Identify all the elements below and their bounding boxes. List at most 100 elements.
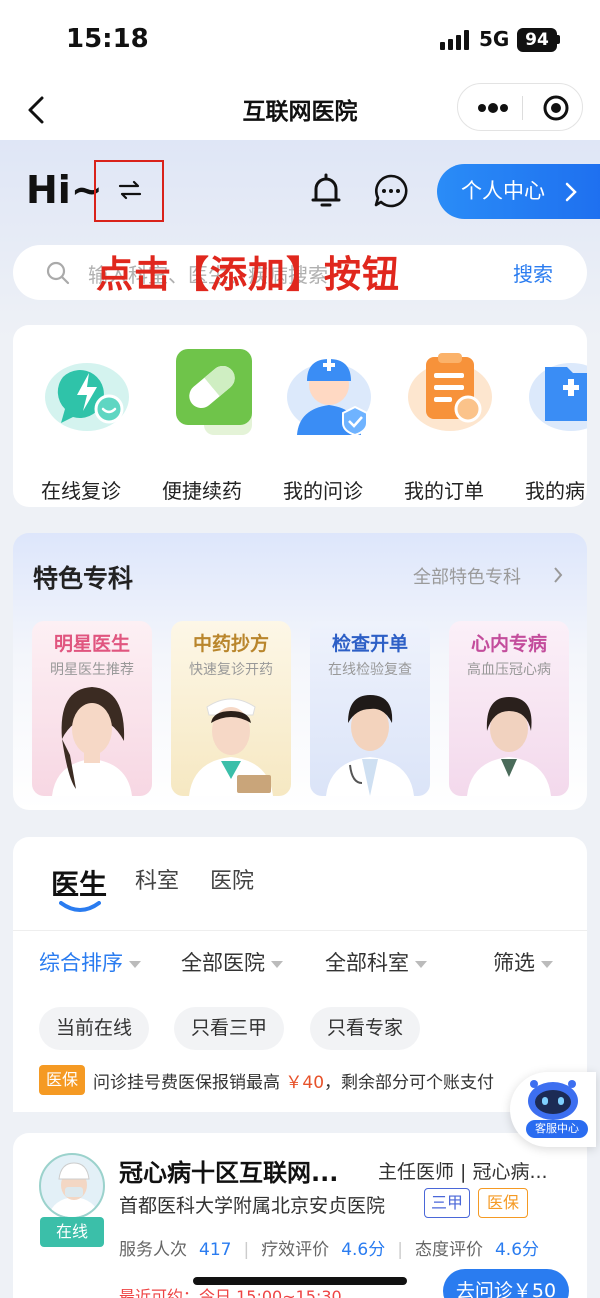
quick-entry-online-revisit[interactable]: 在线复诊 xyxy=(27,347,137,503)
card-subtitle: 明星医生推荐 xyxy=(50,662,134,678)
status-time: 15:18 xyxy=(66,24,149,54)
robot-icon xyxy=(528,1080,578,1120)
card-title: 检查开单 xyxy=(331,633,408,655)
filter-sort[interactable]: 综合排序 xyxy=(39,947,141,977)
doctor-list-panel: 医生 科室 医院 综合排序 全部医院 全部科室 筛选 当前在线 只看三甲 只看专… xyxy=(13,837,587,1112)
network-type: 5G xyxy=(479,27,510,51)
battery-tip xyxy=(557,35,560,44)
signal-icon xyxy=(440,30,470,50)
divider xyxy=(13,930,587,931)
doctor-name: 冠心病十区互联网... xyxy=(119,1159,339,1187)
doctor-avatar xyxy=(39,1153,105,1219)
customer-service-button[interactable]: 客服中心 xyxy=(510,1072,596,1147)
tab-hospital[interactable]: 医院 xyxy=(210,863,254,895)
battery-icon: 94 xyxy=(517,28,557,52)
my-consult-icon xyxy=(287,359,371,435)
status-bar: 15:18 5G 94 xyxy=(0,0,600,80)
message-icon[interactable] xyxy=(373,173,409,209)
capsule-divider xyxy=(522,96,523,120)
tab-doctor[interactable]: 医生 xyxy=(51,863,107,903)
doctor-stats: 服务人次 417 | 疗效评价 4.6分 | 态度评价 4.6分 xyxy=(119,1240,540,1260)
caret-down-icon xyxy=(129,960,141,968)
home-indicator xyxy=(193,1277,407,1285)
consult-button[interactable]: 去问诊￥50 xyxy=(443,1269,569,1298)
chevron-right-icon xyxy=(554,567,563,583)
quick-entry-my-order[interactable]: 我的订单 xyxy=(390,347,500,503)
card-title: 中药抄方 xyxy=(192,633,269,655)
card-subtitle: 在线检验复查 xyxy=(328,662,412,678)
doctor-hospital: 首都医科大学附属北京安贞医院 xyxy=(119,1195,386,1217)
stat-value: 4.6分 xyxy=(494,1240,540,1260)
stat-label: 态度评价 xyxy=(414,1240,483,1260)
my-record-icon xyxy=(529,363,587,431)
online-badge: 在线 xyxy=(40,1217,104,1247)
bell-icon[interactable] xyxy=(308,172,344,210)
close-target-icon[interactable] xyxy=(542,94,570,122)
quick-entry-label: 我的病 xyxy=(525,479,585,503)
switch-icon[interactable] xyxy=(116,176,144,204)
filter-label: 全部科室 xyxy=(325,951,409,975)
quick-entries-panel: 在线复诊 便捷续药 我的问诊 我的订单 我的病 xyxy=(13,325,587,507)
nurse-portrait-image xyxy=(189,698,273,796)
filter-label: 综合排序 xyxy=(39,951,123,975)
special-title: 特色专科 xyxy=(33,564,134,593)
chip-online-now[interactable]: 当前在线 xyxy=(39,1007,149,1050)
mini-program-capsule xyxy=(457,83,583,131)
instruction-annotation: 点击【添加】按钮 xyxy=(96,253,400,296)
stat-value: 4.6分 xyxy=(341,1240,386,1260)
quick-entry-my-consult[interactable]: 我的问诊 xyxy=(269,347,379,503)
special-departments-panel: 特色专科 全部特色专科 明星医生 明星医生推荐 中药抄方 快速复诊开药 检查开单… xyxy=(13,533,587,810)
filter-department[interactable]: 全部科室 xyxy=(325,947,427,977)
caret-down-icon xyxy=(271,960,283,968)
stat-label: 服务人次 xyxy=(119,1240,187,1260)
quick-entry-my-record[interactable]: 我的病 xyxy=(511,347,587,503)
search-button[interactable]: 搜索 xyxy=(513,258,553,287)
appointment-time: 最近可约：今日 15:00~15:30 xyxy=(119,1287,342,1298)
online-revisit-icon xyxy=(45,363,129,431)
insurance-notice-suffix: ，剩余部分可个账支付 xyxy=(324,1073,495,1093)
nav-bar: 互联网医院 xyxy=(0,80,600,140)
hospital-level-badge: 三甲 xyxy=(424,1188,470,1218)
special-card-cardiology[interactable]: 心内专病 高血压冠心病 xyxy=(449,621,569,796)
special-more-link[interactable]: 全部特色专科 xyxy=(413,563,521,589)
special-card-tcm[interactable]: 中药抄方 快速复诊开药 xyxy=(171,621,291,796)
filter-label: 全部医院 xyxy=(181,951,265,975)
doctor-title: 主任医师 | 冠心病... xyxy=(378,1161,548,1183)
special-card-examination[interactable]: 检查开单 在线检验复查 xyxy=(310,621,430,796)
filter-hospital[interactable]: 全部医院 xyxy=(181,947,283,977)
doctor-portrait-image xyxy=(326,695,414,796)
insurance-notice-prefix: 问诊挂号费医保报销最高 xyxy=(93,1073,280,1093)
personal-center-button[interactable]: 个人中心 xyxy=(437,164,600,219)
stat-value: 417 xyxy=(199,1240,232,1260)
doctor-portrait-image xyxy=(467,697,551,796)
caret-down-icon xyxy=(541,960,553,968)
chevron-right-icon xyxy=(565,182,577,202)
tab-active-indicator xyxy=(59,901,101,912)
insurance-notice: 问诊挂号费医保报销最高 ￥40，剩余部分可个账支付 xyxy=(93,1068,494,1093)
greeting-text: Hi~ xyxy=(26,168,103,212)
card-title: 明星医生 xyxy=(53,633,130,655)
card-subtitle: 高血压冠心病 xyxy=(467,662,551,678)
doctor-card[interactable]: 在线 冠心病十区互联网... 主任医师 | 冠心病... 首都医科大学附属北京安… xyxy=(13,1133,587,1298)
card-title: 心内专病 xyxy=(470,633,547,655)
medicine-refill-icon xyxy=(176,349,252,435)
filter-screen[interactable]: 筛选 xyxy=(493,947,553,977)
personal-center-label: 个人中心 xyxy=(461,179,545,203)
caret-down-icon xyxy=(415,960,427,968)
tab-department[interactable]: 科室 xyxy=(135,863,179,895)
card-subtitle: 快速复诊开药 xyxy=(189,662,273,678)
stat-label: 疗效评价 xyxy=(261,1240,330,1260)
special-card-star-doctor[interactable]: 明星医生 明星医生推荐 xyxy=(32,621,152,796)
filter-label: 筛选 xyxy=(493,951,535,975)
insurance-amount: ￥40 xyxy=(285,1073,325,1093)
search-icon xyxy=(46,261,70,285)
chip-expert-only[interactable]: 只看专家 xyxy=(310,1007,420,1050)
more-icon[interactable] xyxy=(476,98,510,118)
doctor-portrait-image xyxy=(52,687,132,796)
chip-tertiary-only[interactable]: 只看三甲 xyxy=(174,1007,284,1050)
quick-entry-medicine-refill[interactable]: 便捷续药 xyxy=(148,347,258,503)
doctor-avatar-image xyxy=(47,1162,101,1217)
insurance-badge: 医保 xyxy=(478,1188,528,1218)
customer-service-label: 客服中心 xyxy=(526,1120,588,1138)
insurance-badge: 医保 xyxy=(39,1065,85,1095)
